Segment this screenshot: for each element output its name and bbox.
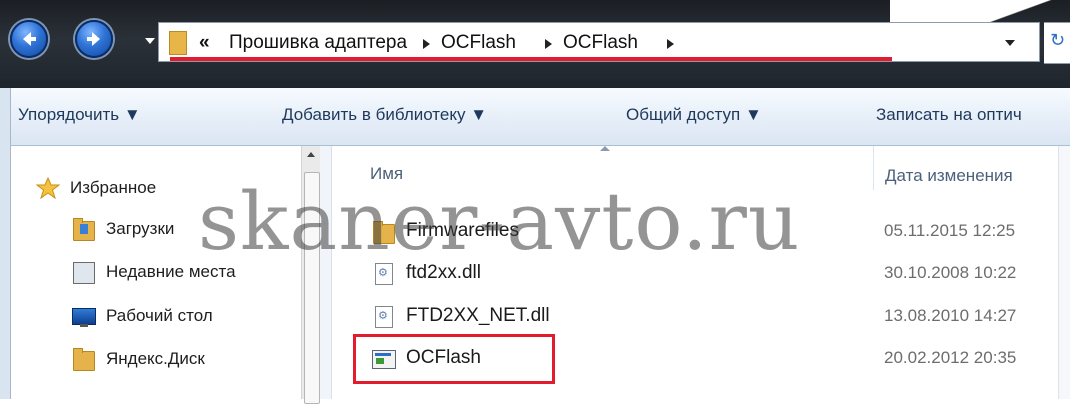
breadcrumb-ocflash-1[interactable]: OCFlash xyxy=(441,32,516,54)
column-separator[interactable] xyxy=(873,146,874,190)
navigation-bar: « Прошивка адаптера OCFlash OCFlash ↻ xyxy=(0,0,1070,88)
file-row-ftd2xx-net-dll[interactable]: FTD2XX_NET.dll 13.08.2010 14:27 xyxy=(332,299,1070,335)
file-date: 05.11.2015 12:25 xyxy=(884,221,1016,240)
star-icon xyxy=(35,176,61,200)
highlight-underline xyxy=(170,57,892,61)
nav-item-favorites[interactable]: Избранное xyxy=(35,174,157,202)
nav-item-label: Загрузки xyxy=(106,219,175,238)
chevron-right-icon[interactable] xyxy=(667,39,674,49)
burn-button[interactable]: Записать на оптич xyxy=(876,105,1022,125)
file-date: 20.02.2012 20:35 xyxy=(884,348,1017,367)
refresh-button[interactable]: ↻ xyxy=(1044,22,1070,64)
back-button[interactable] xyxy=(10,20,48,58)
file-row-firmwarefiles[interactable]: Firmwarefiles 05.11.2015 12:25 xyxy=(332,214,1070,250)
command-toolbar: Упорядочить ▼ Добавить в библиотеку ▼ Об… xyxy=(0,88,1070,146)
sort-ascending-icon xyxy=(600,146,610,151)
nav-item-label: Недавние места xyxy=(106,262,236,281)
nav-item-label: Рабочий стол xyxy=(106,306,213,325)
address-dropdown-icon[interactable] xyxy=(1005,40,1015,46)
scrollbar-thumb[interactable] xyxy=(304,172,320,404)
column-header-date[interactable]: Дата изменения xyxy=(885,166,1013,218)
nav-item-desktop[interactable]: Рабочий стол xyxy=(72,302,213,330)
nav-item-yandex-disk[interactable]: Яндекс.Диск xyxy=(72,345,205,373)
folder-icon xyxy=(372,221,396,244)
breadcrumb-ocflash-2[interactable]: OCFlash xyxy=(563,32,638,54)
folder-icon xyxy=(72,348,96,371)
nav-pane-scrollbar[interactable] xyxy=(301,146,321,404)
dll-file-icon xyxy=(372,306,396,328)
address-bar[interactable]: « Прошивка адаптера OCFlash OCFlash xyxy=(158,22,1040,62)
forward-button[interactable] xyxy=(75,20,113,58)
arrow-right-icon xyxy=(87,32,100,46)
file-date: 30.10.2008 10:22 xyxy=(884,263,1017,282)
nav-item-downloads[interactable]: Загрузки xyxy=(72,215,174,243)
window-frame-right xyxy=(1058,146,1070,399)
file-row-ftd2xx-dll[interactable]: ftd2xx.dll 30.10.2008 10:22 xyxy=(332,256,1070,292)
dll-file-icon xyxy=(372,263,396,285)
nav-item-recent-places[interactable]: Недавние места xyxy=(72,258,236,286)
add-to-library-button[interactable]: Добавить в библиотеку ▼ xyxy=(282,105,487,125)
recent-pages-dropdown[interactable] xyxy=(145,38,155,44)
pane-divider[interactable] xyxy=(320,146,332,399)
desktop-icon xyxy=(72,305,96,327)
file-name: Firmwarefiles xyxy=(406,220,519,241)
scroll-up-arrow-icon[interactable] xyxy=(307,152,315,157)
nav-item-label: Избранное xyxy=(70,178,157,197)
breadcrumb-prosivka[interactable]: Прошивка адаптера xyxy=(229,32,407,54)
arrow-left-icon xyxy=(23,32,36,46)
downloads-folder-icon xyxy=(72,218,96,241)
overflow-chevron[interactable]: « xyxy=(199,32,210,54)
column-header-name[interactable]: Имя xyxy=(370,164,403,216)
refresh-icon: ↻ xyxy=(1050,30,1066,51)
recent-places-icon xyxy=(72,261,96,284)
highlight-box xyxy=(353,334,555,384)
file-name: ftd2xx.dll xyxy=(406,262,481,283)
window-frame-left xyxy=(0,88,11,399)
file-date: 13.08.2010 14:27 xyxy=(884,306,1017,325)
file-name: FTD2XX_NET.dll xyxy=(406,305,550,326)
organize-button[interactable]: Упорядочить ▼ xyxy=(18,105,141,125)
share-button[interactable]: Общий доступ ▼ xyxy=(626,105,762,125)
folder-icon xyxy=(169,31,187,55)
chevron-right-icon[interactable] xyxy=(545,39,552,49)
nav-item-label: Яндекс.Диск xyxy=(106,349,205,368)
chevron-right-icon[interactable] xyxy=(423,39,430,49)
